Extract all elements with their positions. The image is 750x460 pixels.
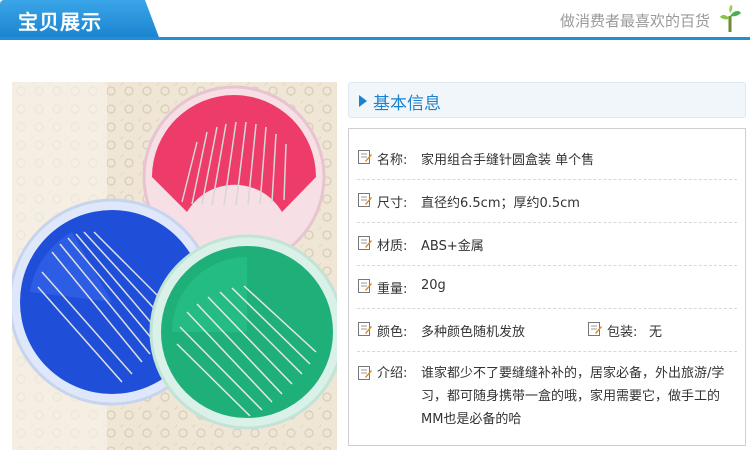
row-divider xyxy=(357,308,737,309)
arrow-right-icon xyxy=(359,95,367,107)
info-value: 20g xyxy=(421,278,446,293)
product-photo xyxy=(12,82,337,450)
needle-cases-image xyxy=(12,82,337,450)
store-slogan: 做消费者最喜欢的百货 xyxy=(559,12,710,30)
row-divider xyxy=(357,222,737,223)
edit-icon xyxy=(588,322,602,336)
info-label: 介绍: xyxy=(377,366,408,381)
edit-icon xyxy=(358,150,372,164)
edit-icon xyxy=(358,236,372,250)
info-value: 家用组合手缝针圆盒装 单个售 xyxy=(421,153,595,168)
info-label: 包装: xyxy=(607,325,638,340)
info-value: 直径约6.5cm；厚约0.5cm xyxy=(421,196,580,211)
green-needle-case xyxy=(149,234,337,430)
info-label: 颜色: xyxy=(377,325,408,340)
edit-icon xyxy=(358,193,372,207)
description-line: 谁家都少不了要缝缝补补的，居家必备，外出旅游/学 xyxy=(421,366,725,381)
description-line: 习，都可随身携带一盒的哦，家用需要它，做手工的 xyxy=(421,389,721,404)
page-header: 宝贝展示 做消费者最喜欢的百货 xyxy=(0,0,750,40)
header-divider xyxy=(0,37,750,40)
product-info-table: 名称: 家用组合手缝针圆盒装 单个售 尺寸: 直径约6.5cm；厚约0.5cm … xyxy=(348,128,746,446)
info-value: 无 xyxy=(649,325,663,340)
tree-logo-icon xyxy=(720,5,741,32)
info-value: 多种颜色随机发放 xyxy=(421,325,526,340)
info-label: 尺寸: xyxy=(377,196,408,211)
edit-icon xyxy=(358,279,372,293)
row-divider xyxy=(357,179,737,180)
info-section-title: 基本信息 xyxy=(373,94,441,114)
row-divider xyxy=(357,351,737,352)
info-value: ABS+金属 xyxy=(421,239,484,254)
section-title: 宝贝展示 xyxy=(18,10,102,34)
description-line: MM也是必备的哈 xyxy=(421,412,522,427)
row-divider xyxy=(357,265,737,266)
edit-icon xyxy=(358,322,372,336)
info-row-intro: 介绍: 谁家都少不了要缝缝补补的，居家必备，外出旅游/学 习，都可随身携带一盒的… xyxy=(349,362,745,442)
info-label: 材质: xyxy=(377,239,408,254)
info-label: 重量: xyxy=(377,282,408,297)
info-label: 名称: xyxy=(377,153,408,168)
edit-icon xyxy=(358,366,372,380)
product-description: 谁家都少不了要缝缝补补的，居家必备，外出旅游/学 习，都可随身携带一盒的哦，家用… xyxy=(421,362,739,431)
info-section-header: 基本信息 xyxy=(348,82,746,118)
